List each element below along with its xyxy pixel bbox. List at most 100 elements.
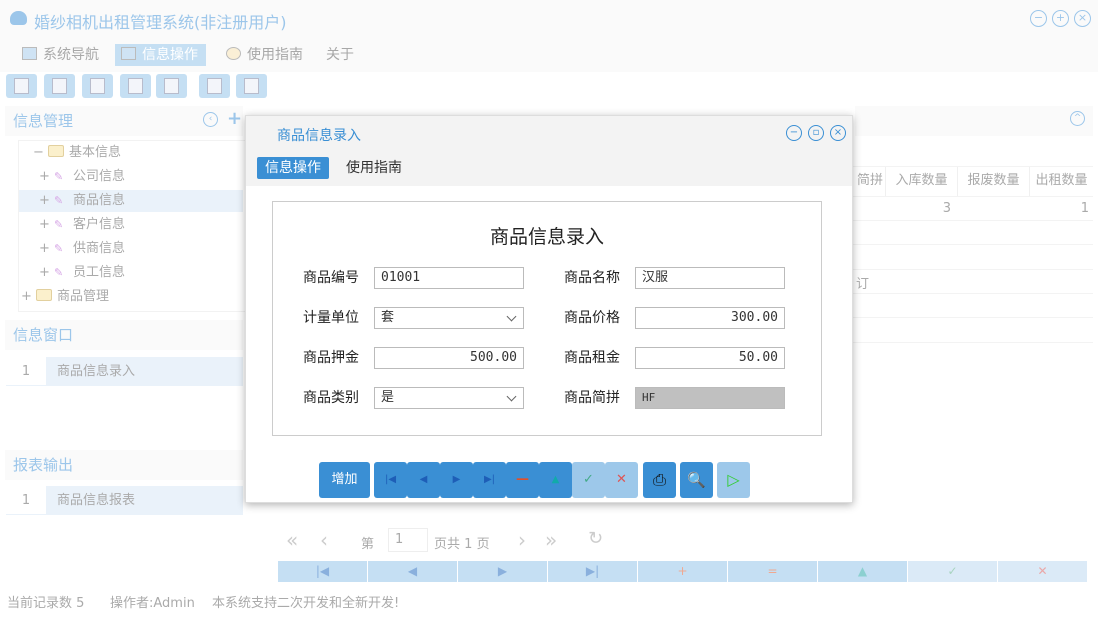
price-input[interactable]: 300.00 xyxy=(635,307,785,329)
list-item-label: 商品信息录入 xyxy=(46,357,243,386)
confirm-button[interactable]: ✓ xyxy=(572,462,605,498)
maximize-icon[interactable]: + xyxy=(1052,10,1069,27)
row-number: 1 xyxy=(6,486,46,515)
column-header-stock-in[interactable]: 入库数量 xyxy=(885,166,957,196)
toolbar-list-button[interactable] xyxy=(44,74,75,98)
nav-up-button[interactable]: ▲ xyxy=(818,561,908,582)
nav-add-button[interactable]: + xyxy=(638,561,728,582)
first-record-button[interactable]: |◀ xyxy=(374,462,407,498)
toolbar-card-button[interactable] xyxy=(236,74,267,98)
users-icon xyxy=(128,78,143,94)
first-page-icon[interactable]: « xyxy=(286,528,298,552)
nav-cancel-button[interactable]: ✕ xyxy=(998,561,1088,582)
product-form: 商品信息录入 商品编号 01001 商品名称 汉服 计量单位 套 商品价格 30… xyxy=(272,201,822,436)
deposit-input[interactable]: 500.00 xyxy=(374,347,524,369)
nav-next-button[interactable]: ▶ xyxy=(458,561,548,582)
column-header-pinyin[interactable]: 简拼 xyxy=(855,166,885,196)
tree-node-product-mgmt[interactable]: + 商品管理 xyxy=(21,286,109,308)
page-input[interactable]: 1 xyxy=(388,528,428,552)
toolbar-search-button[interactable] xyxy=(6,74,37,98)
nav-first-button[interactable]: |◀ xyxy=(278,561,368,582)
page-suffix: 页共 1 页 xyxy=(434,533,490,552)
product-name-input[interactable]: 汉服 xyxy=(635,267,785,289)
app-title: 婚纱相机出租管理系统(非注册用户) xyxy=(34,9,287,33)
category-value: 是 xyxy=(381,390,394,405)
product-entry-dialog: 商品信息录入 − ▫ × 信息操作 使用指南 商品信息录入 商品编号 01001… xyxy=(245,115,853,503)
add-icon[interactable]: + xyxy=(227,108,242,129)
nav-confirm-button[interactable]: ✓ xyxy=(908,561,998,582)
last-record-button[interactable]: ▶| xyxy=(473,462,506,498)
next-record-button[interactable]: ▶ xyxy=(440,462,473,498)
menu-info-ops[interactable]: 信息操作 xyxy=(115,44,206,66)
dialog-close-icon[interactable]: × xyxy=(830,125,846,141)
search-icon xyxy=(14,78,29,94)
column-header-rented[interactable]: 出租数量 xyxy=(1029,166,1093,196)
window-panel-header: 信息窗口 xyxy=(5,320,243,350)
next-page-icon[interactable]: › xyxy=(518,528,526,552)
toolbar-users-button[interactable] xyxy=(120,74,151,98)
refresh-icon[interactable]: ↻ xyxy=(588,528,603,549)
nav-prev-button[interactable]: ◀ xyxy=(368,561,458,582)
tool-icon: ✎ xyxy=(54,214,68,226)
run-button[interactable]: ▷ xyxy=(717,462,750,498)
list-item[interactable]: 1商品信息录入 xyxy=(6,357,243,386)
dialog-restore-icon[interactable]: ▫ xyxy=(808,125,824,141)
cancel-button[interactable]: ✕ xyxy=(605,462,638,498)
prev-record-button[interactable]: ◀ xyxy=(407,462,440,498)
window-panel-title: 信息窗口 xyxy=(13,326,73,344)
nav-delete-button[interactable]: = xyxy=(728,561,818,582)
help-icon xyxy=(226,47,241,60)
tree-node-product[interactable]: + ✎商品信息 xyxy=(19,190,243,212)
tree-node-company[interactable]: + ✎公司信息 xyxy=(39,166,125,188)
tree-node-supplier[interactable]: + ✎供商信息 xyxy=(39,238,125,260)
tree-label: 员工信息 xyxy=(73,265,125,280)
status-records: 当前记录数 5 xyxy=(7,592,84,611)
column-header-scrapped[interactable]: 报废数量 xyxy=(957,166,1029,196)
cell-rented: 1 xyxy=(1029,201,1089,216)
menu-label: 系统导航 xyxy=(43,47,99,63)
export-icon xyxy=(207,78,222,94)
move-up-button[interactable]: ▲ xyxy=(539,462,572,498)
status-operator: 操作者:Admin xyxy=(110,592,195,611)
list-item[interactable]: 1商品信息报表 xyxy=(6,486,243,515)
toolbar-export-button[interactable] xyxy=(199,74,230,98)
tool-icon: ✎ xyxy=(54,262,68,274)
menu-bar: 系统导航 信息操作 使用指南 关于 xyxy=(0,38,1098,72)
play-icon: ▷ xyxy=(727,470,739,489)
unit-select[interactable]: 套 xyxy=(374,307,524,329)
collapse-up-icon[interactable]: ^ xyxy=(1070,111,1085,126)
toolbar-document-button[interactable] xyxy=(82,74,113,98)
tree-node-customer[interactable]: + ✎客户信息 xyxy=(39,214,125,236)
menu-system-nav[interactable]: 系统导航 xyxy=(16,44,107,66)
prev-page-icon[interactable]: ‹ xyxy=(320,528,328,552)
category-select[interactable]: 是 xyxy=(374,387,524,409)
print-preview-button[interactable]: 🔍 xyxy=(680,462,713,498)
rent-input[interactable]: 50.00 xyxy=(635,347,785,369)
add-button[interactable]: 增加 xyxy=(319,462,370,498)
tool-icon: ✎ xyxy=(54,238,68,250)
menu-about[interactable]: 关于 xyxy=(320,44,362,66)
nav-last-button[interactable]: ▶| xyxy=(548,561,638,582)
report-panel-header: 报表输出 xyxy=(5,450,243,480)
collapse-icon[interactable]: ‹ xyxy=(203,112,218,127)
tab-guide[interactable]: 使用指南 xyxy=(338,157,410,179)
cell-stock-in: 3 xyxy=(885,201,951,216)
tree-node-basic-info[interactable]: − 基本信息 xyxy=(33,142,121,164)
grid-icon xyxy=(121,47,136,60)
product-code-input[interactable]: 01001 xyxy=(374,267,524,289)
tab-info-ops[interactable]: 信息操作 xyxy=(257,157,329,179)
cell-partial: 订 xyxy=(856,273,869,292)
page-prefix: 第 xyxy=(361,533,374,552)
tree-label: 客户信息 xyxy=(73,217,125,232)
folder-icon xyxy=(36,289,52,301)
tree-label: 商品管理 xyxy=(57,289,109,304)
dialog-minimize-icon[interactable]: − xyxy=(786,125,802,141)
minimize-icon[interactable]: − xyxy=(1030,10,1047,27)
delete-button[interactable]: — xyxy=(506,462,539,498)
toolbar-window-button[interactable] xyxy=(156,74,187,98)
close-icon[interactable]: × xyxy=(1074,10,1091,27)
menu-guide[interactable]: 使用指南 xyxy=(220,44,311,66)
print-button[interactable]: ⎙ xyxy=(643,462,676,498)
tree-node-employee[interactable]: + ✎员工信息 xyxy=(39,262,125,284)
last-page-icon[interactable]: » xyxy=(545,528,557,552)
